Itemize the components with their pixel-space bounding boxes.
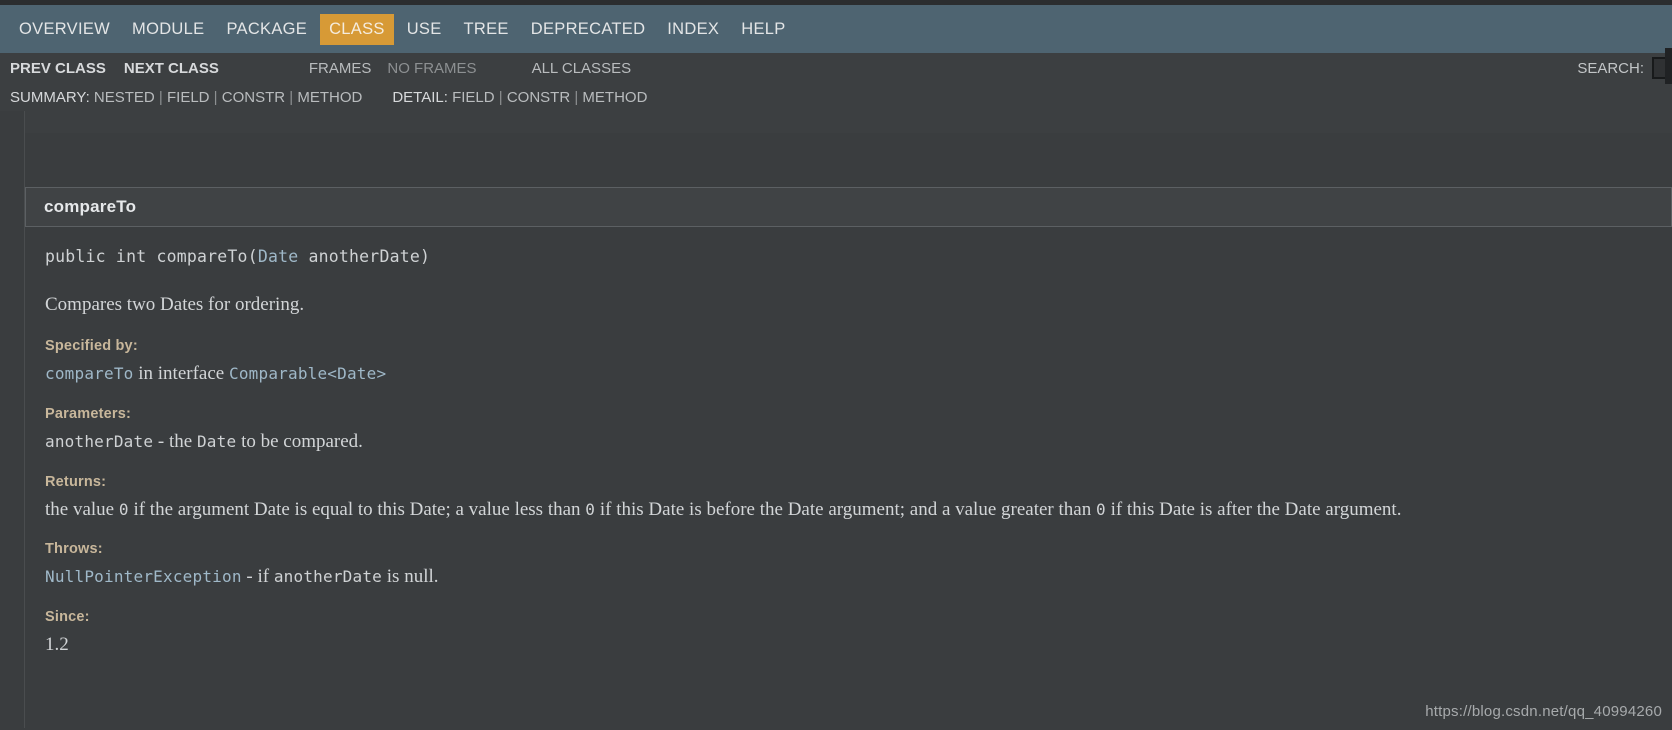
summary-link-constr[interactable]: CONSTR bbox=[222, 89, 285, 106]
returns-text-part-4: if this Date is after the Date argument. bbox=[1105, 498, 1402, 520]
returns-label: Returns: bbox=[45, 473, 107, 490]
detail-link-constr[interactable]: CONSTR bbox=[507, 89, 570, 106]
search-area: SEARCH: bbox=[1577, 53, 1672, 83]
signature-modifiers: public int bbox=[45, 247, 157, 266]
search-label: SEARCH: bbox=[1577, 59, 1644, 77]
sub-navigation-bar: PREV CLASS NEXT CLASS FRAMES NO FRAMES A… bbox=[0, 53, 1672, 111]
method-signature: public int compareTo(Date anotherDate) bbox=[45, 247, 1652, 266]
main-content: compareTo public int compareTo(Date anot… bbox=[0, 111, 1672, 728]
throws-param-name: anotherDate bbox=[273, 567, 383, 587]
returns-text-part-2: if the argument Date is equal to this Da… bbox=[128, 498, 586, 520]
top-navigation-list: OVERVIEW MODULE PACKAGE CLASS USE TREE D… bbox=[10, 13, 799, 45]
returns-text-part-1: the value bbox=[45, 498, 119, 520]
nav-item: DEPRECATED bbox=[522, 14, 655, 45]
nav-item: HELP bbox=[732, 14, 794, 45]
nav-link-tree[interactable]: TREE bbox=[455, 14, 518, 45]
parameters-value: anotherDate - the Date to be compared. bbox=[45, 430, 1652, 454]
returns-zero-1: 0 bbox=[118, 499, 129, 519]
content-top-band bbox=[25, 111, 1672, 133]
next-class-link[interactable]: NEXT CLASS bbox=[124, 60, 219, 77]
prev-class-link[interactable]: PREV CLASS bbox=[10, 60, 106, 77]
nav-item: USE bbox=[398, 14, 451, 45]
detail-group: DETAIL: FIELD | CONSTR | METHOD bbox=[392, 89, 647, 106]
nav-item: CLASS bbox=[320, 13, 394, 45]
nav-link-overview[interactable]: OVERVIEW bbox=[10, 14, 119, 45]
specified-by-connector: in interface bbox=[133, 363, 229, 384]
throws-value: NullPointerException - if anotherDate is… bbox=[45, 565, 1652, 589]
nav-link-index[interactable]: INDEX bbox=[658, 14, 728, 45]
since-value: 1.2 bbox=[45, 634, 69, 655]
detail-label: DETAIL: bbox=[392, 88, 448, 106]
frames-link[interactable]: FRAMES bbox=[309, 60, 372, 77]
sub-navigation-row-top: PREV CLASS NEXT CLASS FRAMES NO FRAMES A… bbox=[0, 53, 1672, 83]
summary-separator: | bbox=[209, 88, 222, 106]
summary-link-field[interactable]: FIELD bbox=[167, 89, 210, 106]
summary-link-nested[interactable]: NESTED bbox=[94, 89, 155, 106]
parameter-dash: - the bbox=[153, 430, 197, 452]
member-body: public int compareTo(Date anotherDate) C… bbox=[25, 227, 1672, 657]
parameter-name: anotherDate bbox=[45, 431, 154, 451]
specified-by-interface-link[interactable]: Comparable<Date> bbox=[229, 364, 386, 383]
returns-zero-3: 0 bbox=[1095, 499, 1106, 519]
parameter-tail: to be compared. bbox=[236, 430, 363, 452]
scrollbar-thumb[interactable] bbox=[1665, 48, 1672, 84]
since-label: Since: bbox=[45, 609, 90, 625]
nav-item: TREE bbox=[455, 14, 518, 45]
signature-param-name: anotherDate) bbox=[298, 247, 431, 266]
detail-link-field[interactable]: FIELD bbox=[452, 89, 495, 106]
nav-link-package[interactable]: PACKAGE bbox=[217, 14, 316, 45]
summary-link-method[interactable]: METHOD bbox=[297, 89, 362, 106]
signature-param-type-link[interactable]: Date bbox=[258, 247, 299, 266]
nav-link-class[interactable]: CLASS bbox=[320, 13, 394, 45]
member-name-header: compareTo bbox=[25, 187, 1672, 227]
summary-group: SUMMARY: NESTED | FIELD | CONSTR | METHO… bbox=[10, 89, 362, 106]
top-navigation-bar: OVERVIEW MODULE PACKAGE CLASS USE TREE D… bbox=[0, 5, 1672, 53]
throws-dash: - if bbox=[241, 566, 274, 588]
nav-item: INDEX bbox=[658, 14, 728, 45]
returns-value: the value 0 if the argument Date is equa… bbox=[45, 498, 1652, 522]
returns-text-part-3: if this Date is before the Date argument… bbox=[595, 498, 1096, 520]
detail-separator: | bbox=[494, 88, 507, 106]
throws-tail: is null. bbox=[382, 566, 439, 588]
parameter-type: Date bbox=[196, 431, 237, 451]
parameters-label: Parameters: bbox=[45, 405, 132, 422]
throws-exception-link[interactable]: NullPointerException bbox=[45, 567, 242, 586]
nav-link-deprecated[interactable]: DEPRECATED bbox=[522, 14, 655, 45]
nav-item: MODULE bbox=[123, 14, 213, 45]
nav-link-help[interactable]: HELP bbox=[732, 14, 794, 45]
nav-item: OVERVIEW bbox=[10, 14, 119, 45]
method-tags-list: Specified by: compareTo in interface Com… bbox=[45, 338, 1652, 657]
detail-link-method[interactable]: METHOD bbox=[582, 89, 647, 106]
specified-by-value: compareTo in interface Comparable<Date> bbox=[45, 362, 1652, 386]
nav-link-use[interactable]: USE bbox=[398, 14, 451, 45]
sub-navigation-row-bottom: SUMMARY: NESTED | FIELD | CONSTR | METHO… bbox=[0, 83, 1672, 111]
method-description: Compares two Dates for ordering. bbox=[45, 294, 305, 315]
throws-label: Throws: bbox=[45, 541, 103, 558]
method-detail-block: compareTo public int compareTo(Date anot… bbox=[25, 187, 1672, 657]
summary-separator: | bbox=[285, 88, 298, 106]
specified-by-label: Specified by: bbox=[45, 338, 138, 354]
signature-method-name: compareTo( bbox=[156, 247, 258, 266]
summary-label: SUMMARY: bbox=[10, 88, 90, 106]
returns-zero-2: 0 bbox=[585, 499, 596, 519]
detail-separator: | bbox=[570, 88, 583, 106]
nav-link-module[interactable]: MODULE bbox=[123, 14, 213, 45]
specified-by-method-link[interactable]: compareTo bbox=[45, 364, 134, 383]
no-frames-link[interactable]: NO FRAMES bbox=[387, 60, 476, 77]
watermark-url: https://blog.csdn.net/qq_40994260 bbox=[1425, 703, 1662, 720]
summary-separator: | bbox=[154, 88, 167, 106]
all-classes-link[interactable]: ALL CLASSES bbox=[532, 60, 632, 77]
nav-item: PACKAGE bbox=[217, 14, 316, 45]
